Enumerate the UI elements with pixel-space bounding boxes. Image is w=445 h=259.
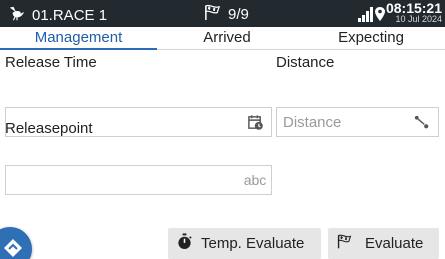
release-time-label: Release Time <box>5 54 97 71</box>
map-route-icon[interactable] <box>405 108 438 136</box>
distance-input[interactable] <box>277 108 405 136</box>
tab-expecting[interactable]: Expecting <box>297 27 445 50</box>
releasepoint-label: Releasepoint <box>5 120 93 137</box>
clock-date: 10 Jul 2024 <box>395 14 442 24</box>
navigation-fab[interactable] <box>0 227 32 259</box>
race-indicator[interactable]: 01.RACE 1 <box>8 4 107 26</box>
evaluate-label: Evaluate <box>365 235 424 252</box>
releasepoint-type-badge: abc <box>243 172 267 188</box>
releasepoint-field[interactable]: abc <box>5 165 272 195</box>
pigeon-icon <box>8 4 26 26</box>
evaluate-button[interactable]: Evaluate <box>328 228 439 259</box>
distance-field[interactable] <box>276 107 439 137</box>
temp-evaluate-button[interactable]: Temp. Evaluate <box>168 228 321 259</box>
tab-bar: Management Arrived Expecting <box>0 27 445 50</box>
checkered-flag-icon <box>336 233 353 254</box>
tab-management[interactable]: Management <box>0 27 157 50</box>
checkered-flag-icon <box>203 4 222 25</box>
location-pin-icon <box>375 7 385 21</box>
releasepoint-input[interactable] <box>6 166 238 194</box>
signal-strength-icon <box>358 7 373 22</box>
distance-label: Distance <box>276 54 335 71</box>
signal-indicator <box>358 5 388 23</box>
stopwatch-icon <box>176 233 193 254</box>
status-bar: 01.RACE 1 9/9 08:15:21 10 Jul 2024 <box>0 0 445 27</box>
calendar-clock-icon[interactable] <box>239 108 271 136</box>
race-name: 01.RACE 1 <box>32 6 108 24</box>
temp-evaluate-label: Temp. Evaluate <box>201 235 305 252</box>
arrival-count-text: 9/9 <box>228 6 249 23</box>
tab-arrived[interactable]: Arrived <box>157 27 297 50</box>
arrival-count: 9/9 <box>203 4 249 25</box>
